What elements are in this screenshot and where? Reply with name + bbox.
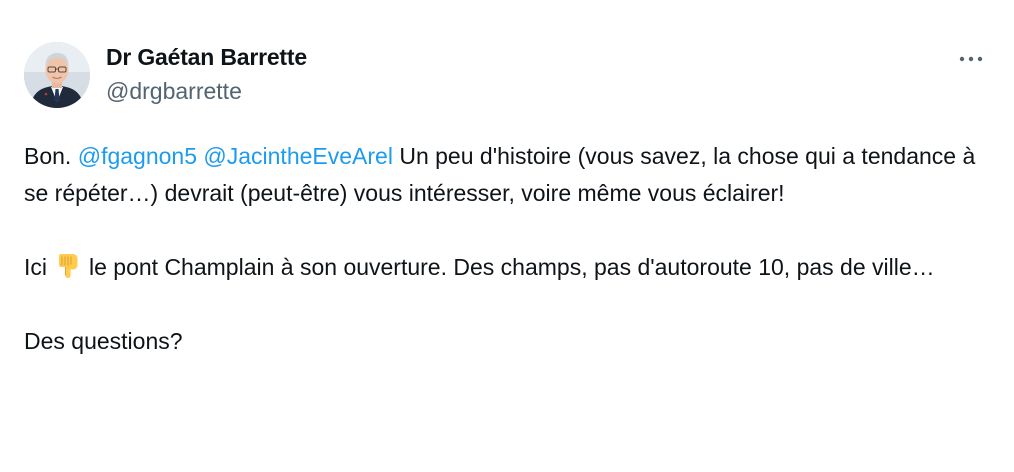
tweet: Dr Gaétan Barrette @drgbarrette Bon. @fg…: [0, 0, 1014, 472]
tweet-paragraph-3: Des questions?: [24, 328, 183, 354]
tweet-text: Bon. @fgagnon5 @JacintheEveArel Un peu d…: [24, 138, 984, 360]
tweet-text-segment: Ici: [24, 254, 47, 280]
avatar[interactable]: [24, 42, 90, 108]
author-handle[interactable]: @drgbarrette: [106, 76, 307, 106]
tweet-paragraph-1: Bon. @fgagnon5 @JacintheEveArel Un peu d…: [24, 138, 984, 212]
avatar-photo: [24, 42, 90, 108]
more-options-button[interactable]: [954, 46, 988, 72]
author-block: Dr Gaétan Barrette @drgbarrette: [106, 42, 307, 106]
mention-jacintheevearel[interactable]: @JacintheEveArel: [203, 143, 393, 169]
tweet-text-segment: le pont Champlain à son ouverture. Des c…: [89, 254, 935, 280]
more-horizontal-icon: [959, 56, 983, 62]
mention-fgagnon5[interactable]: @fgagnon5: [78, 143, 197, 169]
tweet-paragraph-2: Ici le pont Champlain à son ouverture. D…: [24, 249, 984, 286]
backhand-index-pointing-down-emoji: [59, 254, 78, 278]
tweet-text-segment: Bon.: [24, 143, 78, 169]
author-display-name[interactable]: Dr Gaétan Barrette: [106, 42, 307, 72]
